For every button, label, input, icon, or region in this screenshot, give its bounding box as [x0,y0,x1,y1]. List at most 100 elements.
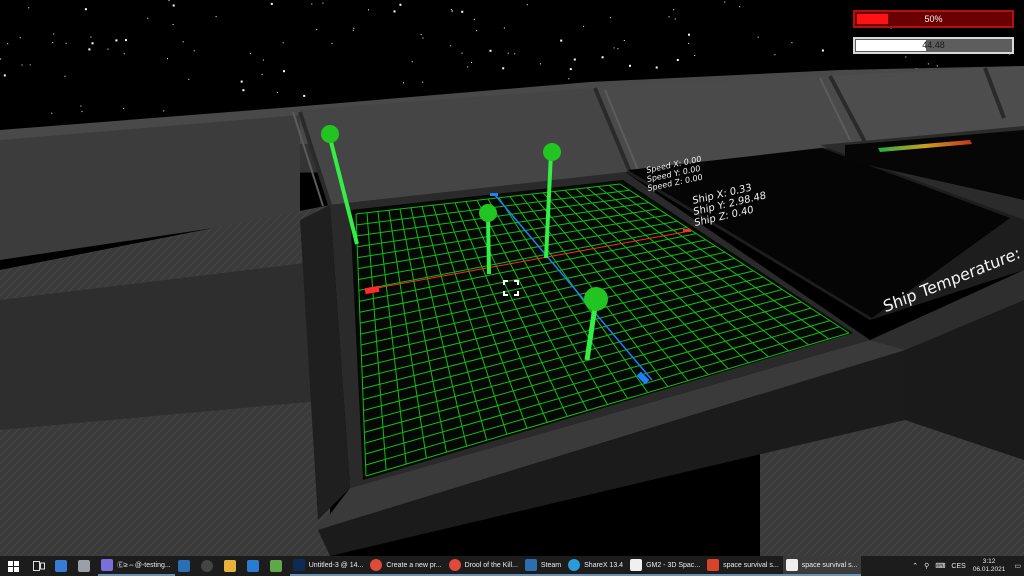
star [560,39,563,42]
star [821,49,824,52]
star [927,63,929,65]
star [526,4,528,6]
health-value: 50% [924,14,943,24]
star [115,39,118,42]
taskbar-item[interactable] [75,556,98,576]
star [539,63,541,65]
star [242,89,245,92]
star [125,39,127,42]
task-view-button[interactable] [29,556,49,576]
start-button[interactable] [3,556,23,576]
taskbar-item-label: Drool of the Kill... [464,561,518,569]
clock[interactable]: 3:12 06.01.2021 [973,558,1006,574]
star [489,49,492,52]
star [613,47,615,49]
star [188,78,190,80]
star [0,58,2,60]
star [655,66,658,69]
star [182,41,184,43]
z-axis-marker-pos [490,193,498,196]
star [905,56,907,58]
star [331,42,333,44]
chrome-icon [448,559,461,571]
taskbar-item[interactable]: Create a new pr... [367,556,446,576]
star [757,36,759,38]
star [451,10,453,12]
star [276,92,278,93]
language-indicator[interactable]: CES [951,563,965,570]
chrome-icon [370,559,383,571]
star [249,53,251,55]
taskbar-item[interactable]: ShareX 13.4 [565,556,628,576]
star [88,48,91,51]
star [573,58,576,61]
energy-value: 44.48 [922,40,945,50]
star [473,18,475,20]
star [411,61,413,63]
taskbar-item-label: space survival s... [723,561,779,569]
taskbar-item-label: GM2 - 3D Spac... [646,561,701,569]
taskbar-item[interactable]: Steam [521,556,566,576]
taskbar-item[interactable]: GM2 - 3D Spac... [627,556,705,576]
star [694,55,696,56]
star [673,9,675,11]
steam-icon [177,560,190,572]
taskbar-item-label: Create a new pr... [386,561,442,569]
taskbar-item[interactable]: space survival s... [782,556,862,576]
taskbar-item[interactable]: Untitled-3 @ 14... [289,556,368,576]
star [353,27,355,29]
star [471,62,473,63]
clock-date: 06.01.2021 [972,566,1006,573]
star [84,8,87,11]
star [168,0,170,2]
star [503,27,505,29]
star [476,30,478,32]
taskbar-item[interactable] [244,556,267,576]
star [422,37,424,39]
taskbar-item[interactable] [221,556,244,576]
taskbar-item[interactable]: Ⓔ≥⇔@-testing... [98,556,175,576]
star [676,59,679,61]
star [629,64,631,67]
keyboard-icon[interactable]: ⌨ [935,562,945,570]
star [403,82,404,84]
star [172,24,174,25]
star [29,64,31,66]
star [303,94,306,97]
star [65,42,67,44]
taskbar-item[interactable] [175,556,198,576]
star [52,42,54,44]
system-tray: ⌃ ⚲ ⌨ CES 3:12 06.01.2021 ▭ [909,556,1024,576]
star [80,105,82,107]
taskbar-item[interactable]: Drool of the Kill... [445,556,522,576]
star [283,70,285,73]
star [609,17,611,19]
star [514,53,516,55]
star [420,34,422,36]
star [368,9,369,11]
star [450,9,452,11]
taskbar-item[interactable]: space survival s... [704,556,783,576]
game-viewport[interactable] [0,0,1024,556]
star [7,43,9,45]
star [502,67,505,70]
chevron-up-icon[interactable]: ⌃ [912,562,918,570]
star [51,112,53,114]
star [90,36,92,38]
star [215,16,217,18]
network-icon[interactable]: ⚲ [924,562,929,570]
star [311,3,313,5]
star [352,29,354,31]
taskbar-item[interactable] [198,556,221,576]
taskbar-item[interactable] [267,556,290,576]
star [261,73,263,75]
photoshop-icon [292,559,305,571]
obs-icon [200,560,213,572]
star [163,110,165,112]
taskbar-item[interactable] [52,556,75,576]
star [147,17,149,19]
star [688,42,690,44]
notifications-icon[interactable]: ▭ [1014,562,1021,570]
star [467,66,469,68]
star [3,74,6,77]
